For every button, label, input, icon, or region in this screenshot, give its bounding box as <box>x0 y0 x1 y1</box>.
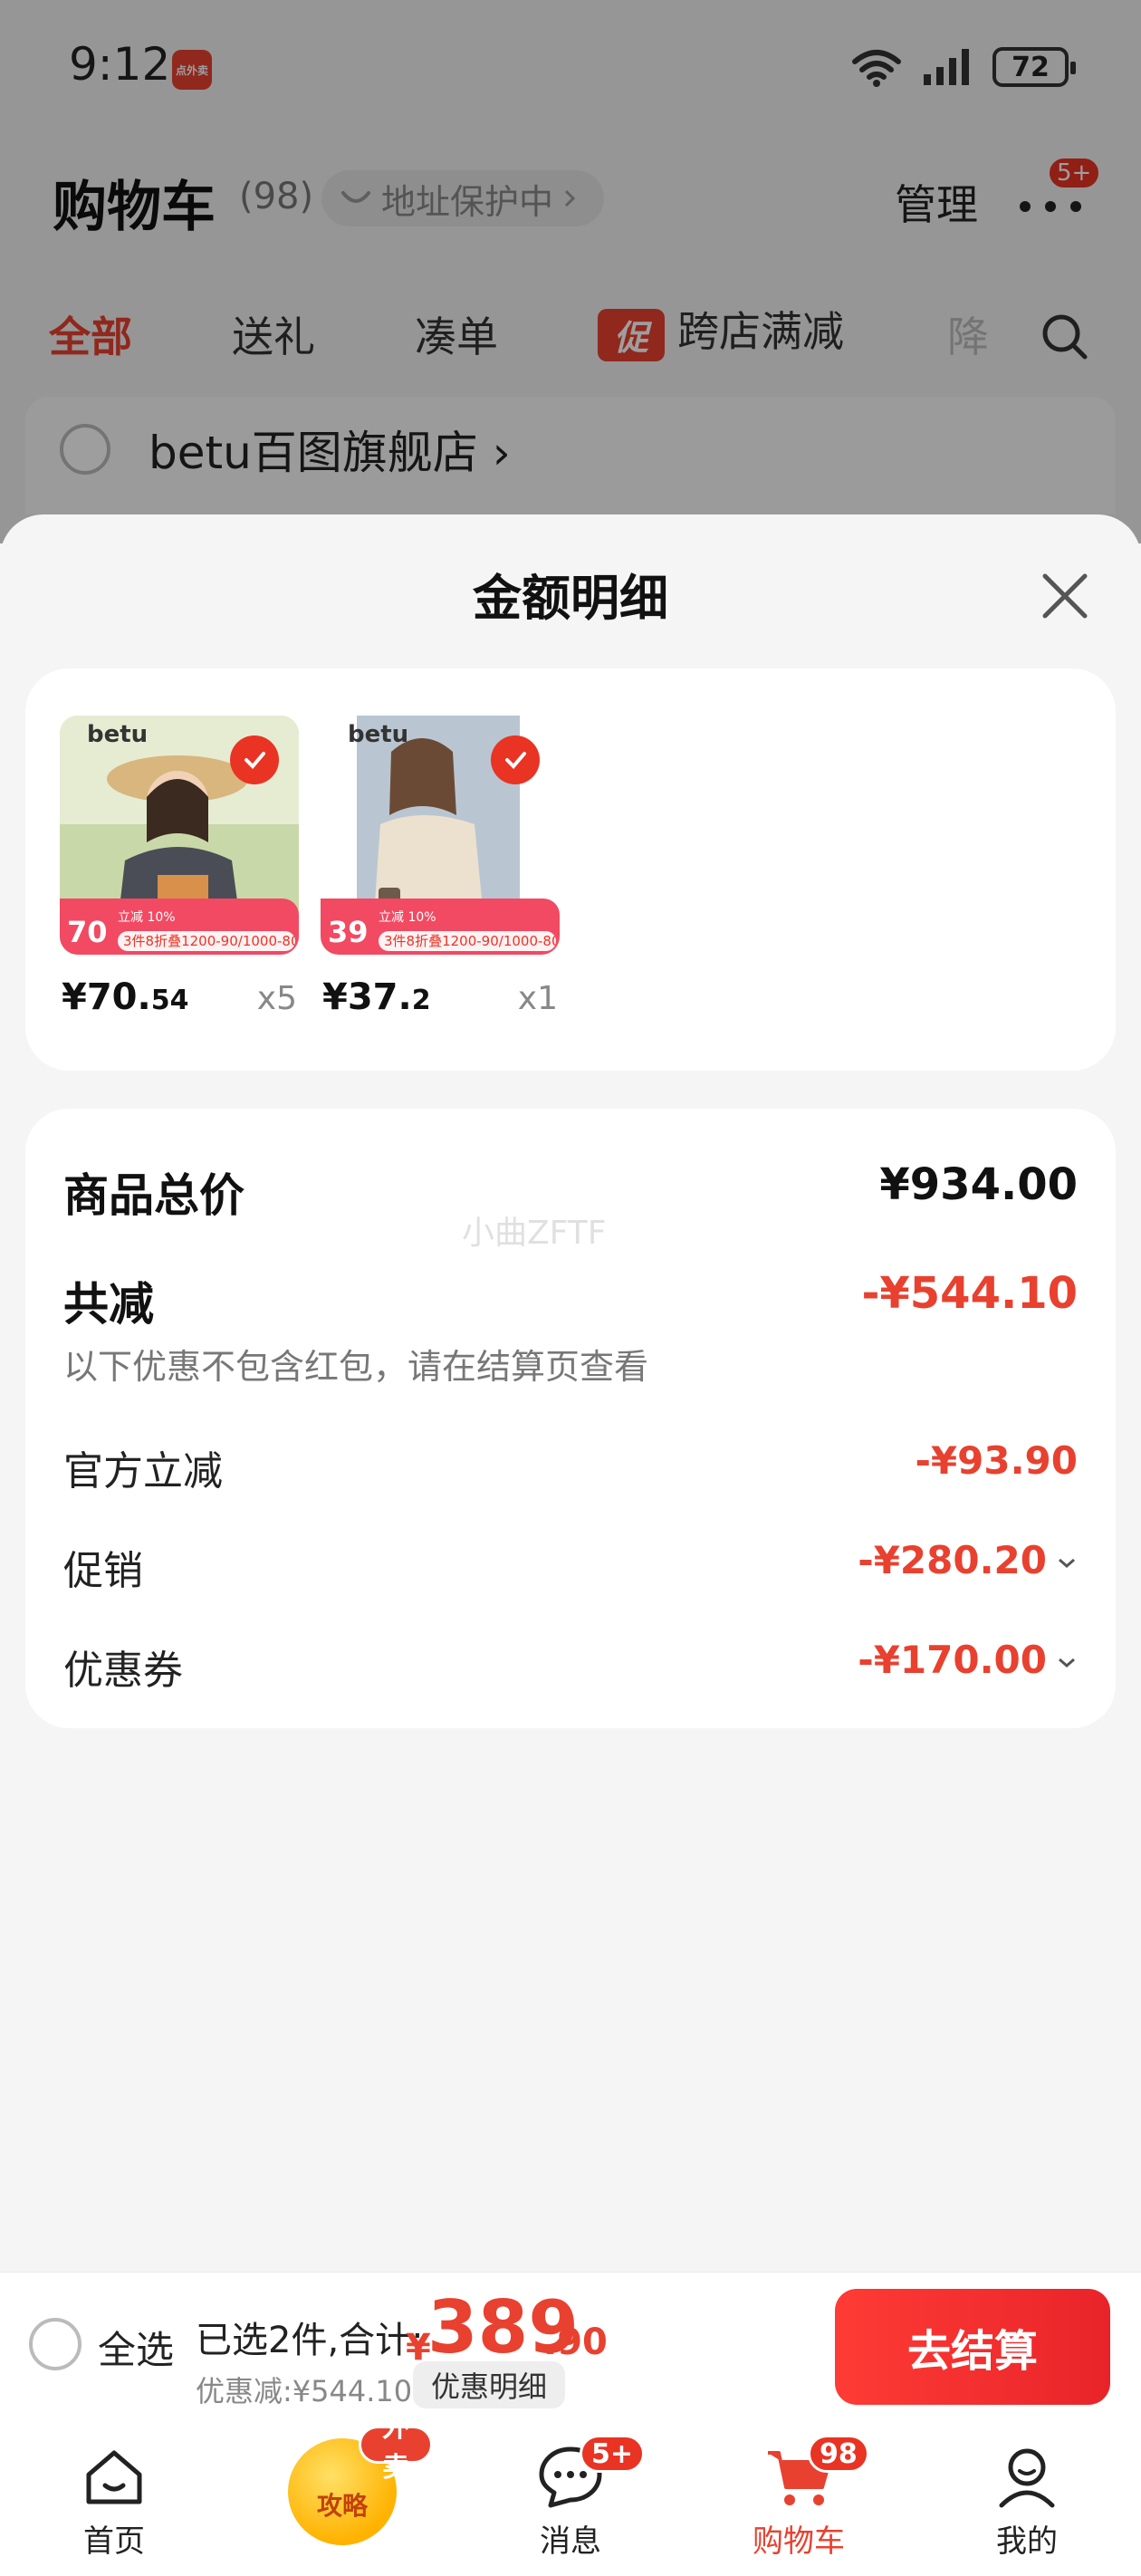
tab-messages[interactable]: 5+ 消息 <box>480 2422 661 2576</box>
user-icon <box>999 2448 1055 2508</box>
select-all-radio[interactable] <box>29 2318 82 2370</box>
chevron-down-icon <box>1059 1658 1075 1668</box>
product-brand: betu <box>87 721 149 748</box>
total-reduce-value: -¥544.10 <box>861 1268 1078 1319</box>
promotion-label: 促销 <box>63 1548 143 1594</box>
total-amount-decimal: .90 <box>543 2321 608 2363</box>
badge-price: 39 <box>328 915 369 949</box>
product-price: ¥37.2 <box>322 976 431 1018</box>
select-all-label[interactable]: 全选 <box>98 2320 174 2375</box>
checkout-bar: 全选 已选2件,合计: ¥ 389 .90 优惠减:¥544.10 优惠明细 去… <box>0 2272 1141 2422</box>
tab-cart[interactable]: 98 购物车 <box>708 2422 889 2576</box>
amount-detail-sheet: 金额明细 betu 70 立减 10% 3件8折叠1200-90/1000-80… <box>0 514 1141 2272</box>
product-price: ¥70.54 <box>62 976 189 1018</box>
tab-messages-label: 消息 <box>540 2523 601 2560</box>
badge-mini: 立减 10% <box>118 910 176 925</box>
product-item[interactable]: betu 70 立减 10% 3件8折叠1200-90/1000-80 ¥70.… <box>60 716 299 1018</box>
promotion-value-group: -¥280.20 <box>858 1538 1078 1582</box>
selected-info: 已选2件,合计: <box>196 2320 424 2361</box>
close-icon[interactable] <box>1031 562 1099 630</box>
tab-home[interactable]: 首页 <box>24 2422 205 2576</box>
total-price-value: ¥934.00 <box>879 1159 1078 1210</box>
price-summary-card: 商品总价 ¥934.00 共减 -¥544.10 以下优惠不包含红包，请在结算页… <box>25 1109 1116 1728</box>
discount-detail-button[interactable]: 优惠明细 <box>413 2361 566 2408</box>
product-quantity: x1 <box>517 980 558 1017</box>
badge-promo: 3件8折叠1200-90/1000-80 <box>379 931 556 951</box>
tab-strategy[interactable]: 攻略 外卖 <box>252 2412 433 2576</box>
coupon-label: 优惠券 <box>63 1648 183 1694</box>
total-reduce-label: 共减 <box>63 1278 154 1331</box>
bottom-tab-bar: 首页 攻略 外卖 5+ 消息 98 购物车 我的 <box>0 2412 1141 2576</box>
badge-promo: 3件8折叠1200-90/1000-80 <box>118 931 295 951</box>
badge-mini: 立减 10% <box>379 910 436 925</box>
official-reduce-label: 官方立减 <box>63 1448 223 1495</box>
check-icon <box>491 735 540 784</box>
dim-overlay[interactable] <box>0 0 1141 543</box>
badge-price: 70 <box>67 915 108 949</box>
total-price-label: 商品总价 <box>63 1169 244 1222</box>
items-card: betu 70 立减 10% 3件8折叠1200-90/1000-80 ¥70.… <box>25 668 1116 1071</box>
cart-badge: 98 <box>808 2435 869 2473</box>
product-price-badge: 70 立减 10% 3件8折叠1200-90/1000-80 <box>60 899 299 955</box>
product-brand: betu <box>348 721 409 748</box>
product-quantity: x5 <box>256 980 297 1017</box>
strategy-badge: 外卖 <box>359 2412 433 2484</box>
promotion-value: -¥280.20 <box>858 1538 1047 1582</box>
tab-me-label: 我的 <box>996 2523 1058 2560</box>
product-image: betu 39 立减 10% 3件8折叠1200-90/1000-80 <box>321 716 560 955</box>
chevron-down-icon <box>1059 1558 1075 1568</box>
tab-home-label: 首页 <box>83 2523 145 2560</box>
home-icon <box>86 2450 142 2504</box>
coupon-value-group: -¥170.00 <box>858 1638 1078 1682</box>
official-reduce-value: -¥93.90 <box>915 1438 1078 1483</box>
coupon-value: -¥170.00 <box>858 1638 1047 1682</box>
product-price-badge: 39 立减 10% 3件8折叠1200-90/1000-80 <box>321 899 560 955</box>
watermark: 小曲ZFTF <box>462 1215 607 1252</box>
reduce-note: 以下优惠不包含红包，请在结算页查看 <box>63 1347 649 1387</box>
tab-cart-label: 购物车 <box>753 2523 845 2560</box>
product-image: betu 70 立减 10% 3件8折叠1200-90/1000-80 <box>60 716 299 955</box>
messages-badge: 5+ <box>580 2435 646 2473</box>
tab-strategy-label: 攻略 <box>316 2491 368 2521</box>
product-item[interactable]: betu 39 立减 10% 3件8折叠1200-90/1000-80 ¥37.… <box>321 716 560 1018</box>
tab-me[interactable]: 我的 <box>936 2422 1117 2576</box>
sheet-title: 金额明细 <box>473 570 668 627</box>
check-icon <box>230 735 279 784</box>
checkout-button[interactable]: 去结算 <box>835 2289 1110 2405</box>
